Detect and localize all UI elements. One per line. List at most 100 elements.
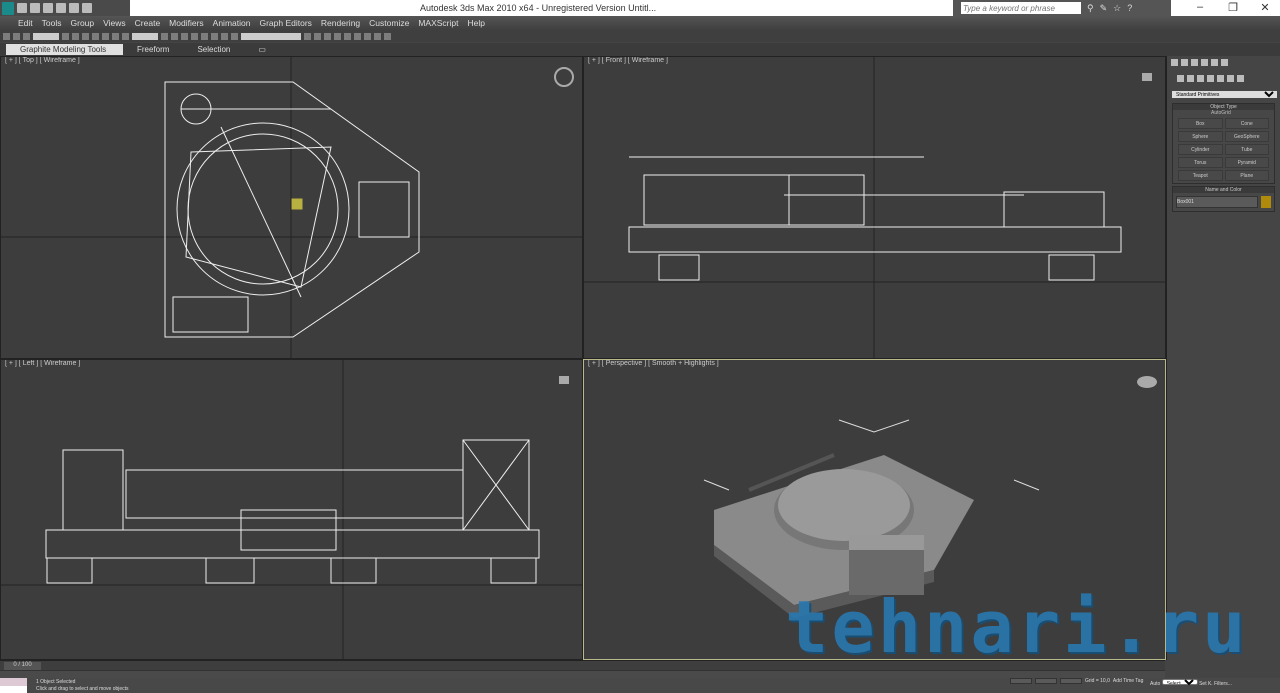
spinner-snap-icon[interactable] [221,32,228,40]
tube-button[interactable]: Tube [1224,144,1269,155]
project-folder-icon[interactable] [82,3,92,13]
hierarchy-tab-icon[interactable] [1191,59,1198,66]
rendered-frame-icon[interactable] [374,32,381,40]
new-icon[interactable] [17,3,27,13]
binoculars-icon[interactable]: ⚲ [1087,3,1094,14]
menu-create[interactable]: Create [135,18,161,28]
menu-maxscript[interactable]: MAXScript [418,18,458,28]
manipulate-icon[interactable] [171,32,178,40]
add-time-tag[interactable]: Add Time Tag [1113,678,1143,684]
save-icon[interactable] [43,3,53,13]
edit-named-selection-icon[interactable] [231,32,238,40]
cylinder-button[interactable]: Cylinder [1178,144,1223,155]
menu-group[interactable]: Group [71,18,95,28]
scale-icon[interactable] [122,32,129,40]
menu-help[interactable]: Help [467,18,484,28]
restore-button[interactable]: ❐ [1218,1,1248,14]
motion-tab-icon[interactable] [1201,59,1208,66]
systems-icon[interactable] [1237,75,1244,82]
curve-editor-icon[interactable] [334,32,341,40]
viewport-top[interactable]: [ + ] [ Top ] [ Wireframe ] [0,56,583,359]
geosphere-button[interactable]: GeoSphere [1224,131,1269,142]
viewport-label[interactable]: [ + ] [ Left ] [ Wireframe ] [5,360,80,367]
maxscript-listener[interactable] [0,678,27,693]
menu-tools[interactable]: Tools [42,18,62,28]
layer-manager-icon[interactable] [324,32,331,40]
utilities-tab-icon[interactable] [1221,59,1228,66]
space-warps-icon[interactable] [1227,75,1234,82]
selection-filter-dropdown[interactable] [33,32,59,40]
menu-rendering[interactable]: Rendering [321,18,360,28]
render-icon[interactable] [384,32,391,40]
sphere-button[interactable]: Sphere [1178,131,1223,142]
window-crossing-icon[interactable] [92,32,99,40]
geometry-icon[interactable] [1177,75,1184,82]
rotate-icon[interactable] [112,32,119,40]
cone-button[interactable]: Cone [1224,118,1269,129]
align-icon[interactable] [314,32,321,40]
y-coord-input[interactable] [1035,678,1057,684]
material-editor-icon[interactable] [354,32,361,40]
angle-snap-icon[interactable] [201,32,208,40]
time-slider[interactable]: 0 / 100 [4,662,41,670]
object-color-swatch[interactable] [1260,196,1271,208]
menu-graph-editors[interactable]: Graph Editors [259,18,311,28]
star-icon[interactable]: ☆ [1113,3,1121,14]
redo-icon[interactable] [69,3,79,13]
lights-icon[interactable] [1197,75,1204,82]
render-setup-icon[interactable] [364,32,371,40]
cameras-icon[interactable] [1207,75,1214,82]
teapot-button[interactable]: Teapot [1178,170,1223,181]
pyramid-button[interactable]: Pyramid [1224,157,1269,168]
track-bar[interactable] [0,670,1165,678]
reference-coord-dropdown[interactable] [132,32,158,40]
minimize-button[interactable]: – [1185,1,1215,13]
unlink-icon[interactable] [13,32,20,40]
pivot-icon[interactable] [161,32,168,40]
named-selection-dropdown[interactable] [241,32,301,40]
schematic-view-icon[interactable] [344,32,351,40]
keyboard-shortcut-icon[interactable] [181,32,188,40]
wrench-icon[interactable]: ✎ [1100,3,1108,14]
help-icon[interactable]: ? [1127,3,1132,13]
plane-button[interactable]: Plane [1224,170,1269,181]
viewport-label[interactable]: [ + ] [ Perspective ] [ Smooth + Highlig… [588,360,719,367]
tab-graphite-modeling-tools[interactable]: Graphite Modeling Tools [6,44,123,55]
menu-edit[interactable]: Edit [18,18,33,28]
torus-button[interactable]: Torus [1178,157,1223,168]
auto-key-button[interactable]: Auto [1150,681,1160,687]
helpers-icon[interactable] [1217,75,1224,82]
bind-space-warp-icon[interactable] [23,32,30,40]
search-input[interactable] [961,2,1081,14]
select-link-icon[interactable] [3,32,10,40]
viewport-front[interactable]: [ + ] [ Front ] [ Wireframe ] [583,56,1166,359]
select-by-name-icon[interactable] [72,32,79,40]
display-tab-icon[interactable] [1211,59,1218,66]
menu-modifiers[interactable]: Modifiers [169,18,203,28]
menu-customize[interactable]: Customize [369,18,409,28]
shapes-icon[interactable] [1187,75,1194,82]
key-filter-dropdown[interactable]: Selected [1161,679,1198,685]
viewport-label[interactable]: [ + ] [ Front ] [ Wireframe ] [588,57,668,64]
box-button[interactable]: Box [1178,118,1223,129]
percent-snap-icon[interactable] [211,32,218,40]
mirror-icon[interactable] [304,32,311,40]
object-name-input[interactable] [1176,196,1258,208]
menu-animation[interactable]: Animation [213,18,251,28]
set-key-button[interactable]: Set K. [1199,681,1213,687]
close-button[interactable]: ✕ [1250,1,1280,14]
x-coord-input[interactable] [1010,678,1032,684]
tab-freeform[interactable]: Freeform [123,44,183,55]
move-icon[interactable] [102,32,109,40]
app-logo-icon[interactable] [2,1,14,15]
modify-tab-icon[interactable] [1181,59,1188,66]
tab-selection[interactable]: Selection [183,44,244,55]
menu-views[interactable]: Views [103,18,126,28]
ribbon-toggle-icon[interactable]: ▭ [244,44,280,55]
z-coord-input[interactable] [1060,678,1082,684]
rect-selection-icon[interactable] [82,32,89,40]
snap-icon[interactable] [191,32,198,40]
open-icon[interactable] [30,3,40,13]
select-object-icon[interactable] [62,32,69,40]
create-tab-icon[interactable] [1171,59,1178,66]
